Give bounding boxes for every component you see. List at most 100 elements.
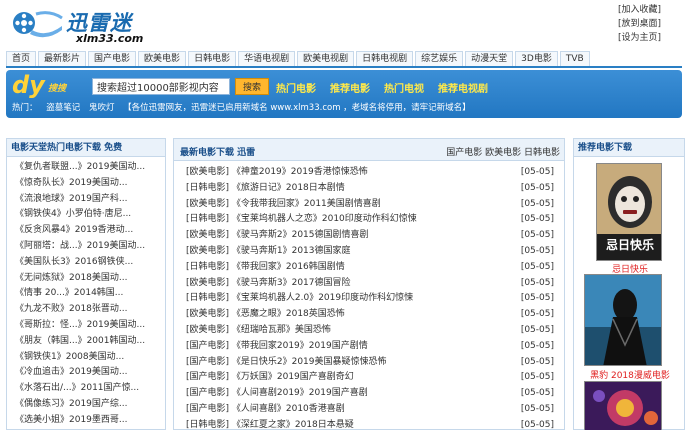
list-item[interactable]: [国产电影] 《是日快乐2》2019美国暴疑惊悚恐怖 [05-05] bbox=[186, 355, 558, 371]
list-item[interactable]: 《朋友（韩国...》2001韩国动... bbox=[15, 334, 163, 350]
list-item[interactable]: [日韩电影] 《深红夏之家》2018日本悬疑 [05-05] bbox=[186, 418, 558, 430]
add-favorite-link[interactable]: [加入收藏] bbox=[618, 3, 668, 17]
search-bar: dy 搜搜 搜索 热门电影 推荐电影 热门电视 推荐电视剧 热门： 盗墓笔记 鬼… bbox=[6, 70, 682, 118]
list-item[interactable]: 《偶像练习》2019国产综... bbox=[15, 397, 163, 413]
poster-caption[interactable]: 黑豹 2018漫威电影 bbox=[580, 368, 680, 381]
panel-title: 最新电影下载 迅雷 bbox=[180, 148, 256, 158]
list-item[interactable]: 《钢铁侠1》2008美国动... bbox=[15, 350, 163, 366]
date-label: [05-05] bbox=[520, 261, 554, 272]
movie-link[interactable]: [日韩电影] 《宝莱坞机器人2.0》2019印度动作科幻惊悚 bbox=[186, 293, 413, 303]
list-item[interactable]: 《九龙不败》2018张晋动... bbox=[15, 302, 163, 318]
category-links[interactable]: 国产电影 欧美电影 日韩电影 bbox=[446, 145, 560, 158]
movie-poster[interactable]: 忌日快乐 bbox=[596, 163, 662, 261]
list-item[interactable]: [欧美电影] 《驶马奔斯3》2017德国冒险 [05-05] bbox=[186, 276, 558, 292]
list-item[interactable]: [欧美电影] 《令我带我回家》2011美国剧情喜剧 [05-05] bbox=[186, 197, 558, 213]
list-item[interactable]: [国产电影] 《带我回家2019》2019国产剧情 [05-05] bbox=[186, 339, 558, 355]
list-item[interactable]: [欧美电影] 《神童2019》2019香港惊悚恐怖 [05-05] bbox=[186, 165, 558, 181]
movie-link[interactable]: [日韩电影] 《宝莱坞机器人之恋》2010印度动作科幻惊悚 bbox=[186, 214, 417, 224]
list-item[interactable]: [欧美电影] 《驶马奔斯1》2013德国家庭 [05-05] bbox=[186, 244, 558, 260]
panel-title: 电影天堂热门电影下载 免费 bbox=[7, 139, 165, 157]
list-item[interactable]: 《无间炼狱》2018美国动... bbox=[15, 271, 163, 287]
movie-link[interactable]: [欧美电影] 《纽瑞哈瓦那》美国恐怖 bbox=[186, 325, 331, 335]
dy-logo: dy bbox=[12, 71, 45, 99]
list-item[interactable]: [欧美电影] 《恶魔之眼》2018英国恐怖 [05-05] bbox=[186, 307, 558, 323]
list-item[interactable]: 《哥斯拉：怪...》2019美国动... bbox=[15, 318, 163, 334]
movie-link[interactable]: [欧美电影] 《驶马奔斯2》2015德国剧情喜剧 bbox=[186, 230, 369, 240]
list-item[interactable]: [日韩电影] 《宝莱坞机器人之恋》2010印度动作科幻惊悚 [05-05] bbox=[186, 212, 558, 228]
hot-movies-link[interactable]: 热门电影 bbox=[276, 80, 316, 95]
tab-jpkr-tv[interactable]: 日韩电视剧 bbox=[356, 51, 414, 66]
tab-variety[interactable]: 综艺娱乐 bbox=[415, 51, 464, 66]
movie-link[interactable]: [欧美电影] 《神童2019》2019香港惊悚恐怖 bbox=[186, 167, 368, 177]
movie-poster[interactable] bbox=[584, 381, 662, 430]
list-item[interactable]: [国产电影] 《人间喜剧2019》2019国产喜剧 [05-05] bbox=[186, 386, 558, 402]
list-item[interactable]: 《选美小姐》2019墨西哥... bbox=[15, 413, 163, 429]
tab-latest[interactable]: 最新影片 bbox=[38, 51, 87, 66]
date-label: [05-05] bbox=[520, 356, 554, 367]
date-label: [05-05] bbox=[520, 245, 554, 256]
search-input[interactable] bbox=[92, 78, 230, 95]
top-links: [加入收藏] [放到桌面] [设为主页] bbox=[618, 3, 668, 45]
site-logo[interactable]: 迅雷迷 xlm33.com bbox=[10, 4, 160, 46]
tab-home[interactable]: 首页 bbox=[6, 51, 37, 66]
list-item[interactable]: [欧美电影] 《驶马奔斯2》2015德国剧情喜剧 [05-05] bbox=[186, 228, 558, 244]
movie-link[interactable]: [日韩电影] 《深红夏之家》2018日本悬疑 bbox=[186, 420, 354, 430]
list-item[interactable]: 《钢铁侠4》小罗伯特·唐尼... bbox=[15, 207, 163, 223]
list-item[interactable]: [日韩电影] 《带我回家》2016韩国剧情 [05-05] bbox=[186, 260, 558, 276]
tab-jpkr-movies[interactable]: 日韩电影 bbox=[188, 51, 237, 66]
recommended-movies-link[interactable]: 推荐电影 bbox=[330, 80, 370, 95]
main-nav: 首页 最新影片 国产电影 欧美电影 日韩电影 华语电视剧 欧美电视剧 日韩电视剧… bbox=[6, 51, 682, 68]
list-item[interactable]: [国产电影] 《人间喜剧》2010香港喜剧 [05-05] bbox=[186, 402, 558, 418]
list-item[interactable]: 《阿丽塔：战...》2019美国动... bbox=[15, 239, 163, 255]
list-item[interactable]: 《反贪风暴4》2019香港动... bbox=[15, 223, 163, 239]
tab-anime[interactable]: 动漫天堂 bbox=[465, 51, 514, 66]
hot-links: 热门电影 推荐电影 热门电视 推荐电视剧 bbox=[276, 80, 488, 95]
movie-link[interactable]: [国产电影] 《万妖国》2019国产喜剧奇幻 bbox=[186, 372, 354, 382]
date-label: [05-05] bbox=[520, 419, 554, 430]
movie-link[interactable]: [国产电影] 《是日快乐2》2019美国暴疑惊悚恐怖 bbox=[186, 357, 387, 367]
movie-link[interactable]: [欧美电影] 《驶马奔斯1》2013德国家庭 bbox=[186, 246, 351, 256]
movie-link[interactable]: [日韩电影] 《旅游日记》2018日本剧情 bbox=[186, 183, 345, 193]
hot-keyword-link[interactable]: 鬼吹灯 bbox=[89, 103, 115, 113]
movie-link[interactable]: [国产电影] 《人间喜剧》2010香港喜剧 bbox=[186, 404, 345, 414]
date-label: [05-05] bbox=[520, 214, 554, 225]
list-item[interactable]: [日韩电影] 《宝莱坞机器人2.0》2019印度动作科幻惊悚 [05-05] bbox=[186, 291, 558, 307]
list-item[interactable]: 《复仇者联盟...》2019美国动... bbox=[15, 160, 163, 176]
tab-domestic-movies[interactable]: 国产电影 bbox=[88, 51, 137, 66]
date-label: [05-05] bbox=[520, 372, 554, 383]
hot-keyword-link[interactable]: 盗墓笔记 bbox=[46, 103, 80, 113]
list-item[interactable]: [日韩电影] 《旅游日记》2018日本剧情 [05-05] bbox=[186, 181, 558, 197]
list-item[interactable]: 《惊奇队长》2019美国动... bbox=[15, 176, 163, 192]
list-item[interactable]: [欧美电影] 《纽瑞哈瓦那》美国恐怖 [05-05] bbox=[186, 323, 558, 339]
poster-image bbox=[585, 275, 661, 365]
movie-link[interactable]: [日韩电影] 《带我回家》2016韩国剧情 bbox=[186, 262, 345, 272]
tab-western-tv[interactable]: 欧美电视剧 bbox=[297, 51, 355, 66]
movie-link[interactable]: [欧美电影] 《驶马奔斯3》2017德国冒险 bbox=[186, 278, 351, 288]
set-homepage-link[interactable]: [设为主页] bbox=[618, 31, 668, 45]
hot-tv-link[interactable]: 热门电视 bbox=[384, 80, 424, 95]
latest-movies-panel: 最新电影下载 迅雷 国产电影 欧美电影 日韩电影 [欧美电影] 《神童2019》… bbox=[173, 138, 565, 430]
list-item[interactable]: 《水落石出/...》2011国产惊... bbox=[15, 381, 163, 397]
panel-title: 推荐电影下载 bbox=[574, 139, 684, 157]
movie-link[interactable]: [国产电影] 《带我回家2019》2019国产剧情 bbox=[186, 341, 368, 351]
recommended-tv-link[interactable]: 推荐电视剧 bbox=[438, 80, 488, 95]
list-item[interactable]: [国产电影] 《万妖国》2019国产喜剧奇幻 [05-05] bbox=[186, 370, 558, 386]
movie-link[interactable]: [欧美电影] 《恶魔之眼》2018英国恐怖 bbox=[186, 309, 345, 319]
movie-poster[interactable] bbox=[584, 274, 662, 366]
search-button[interactable]: 搜索 bbox=[235, 78, 269, 95]
date-label: [05-05] bbox=[520, 277, 554, 288]
list-item[interactable]: 《情事 20...》2014韩国... bbox=[15, 286, 163, 302]
tab-chinese-tv[interactable]: 华语电视剧 bbox=[238, 51, 296, 66]
list-item[interactable]: 《美国队长3》2016钢铁侠... bbox=[15, 255, 163, 271]
tab-western-movies[interactable]: 欧美电影 bbox=[138, 51, 187, 66]
movie-link[interactable]: [欧美电影] 《令我带我回家》2011美国剧情喜剧 bbox=[186, 199, 381, 209]
list-item[interactable]: 《流浪地球》2019国产科... bbox=[15, 192, 163, 208]
film-reel-icon bbox=[13, 11, 63, 38]
tab-tvb[interactable]: TVB bbox=[559, 51, 590, 66]
list-item[interactable]: 《冷血追击》2019美国动... bbox=[15, 365, 163, 381]
tab-3d-movies[interactable]: 3D电影 bbox=[515, 51, 558, 66]
desktop-shortcut-link[interactable]: [放到桌面] bbox=[618, 17, 668, 31]
movie-link[interactable]: [国产电影] 《人间喜剧2019》2019国产喜剧 bbox=[186, 388, 368, 398]
date-label: [05-05] bbox=[520, 309, 554, 320]
hot-movies-list: 《复仇者联盟...》2019美国动... 《惊奇队长》2019美国动... 《流… bbox=[7, 157, 165, 429]
